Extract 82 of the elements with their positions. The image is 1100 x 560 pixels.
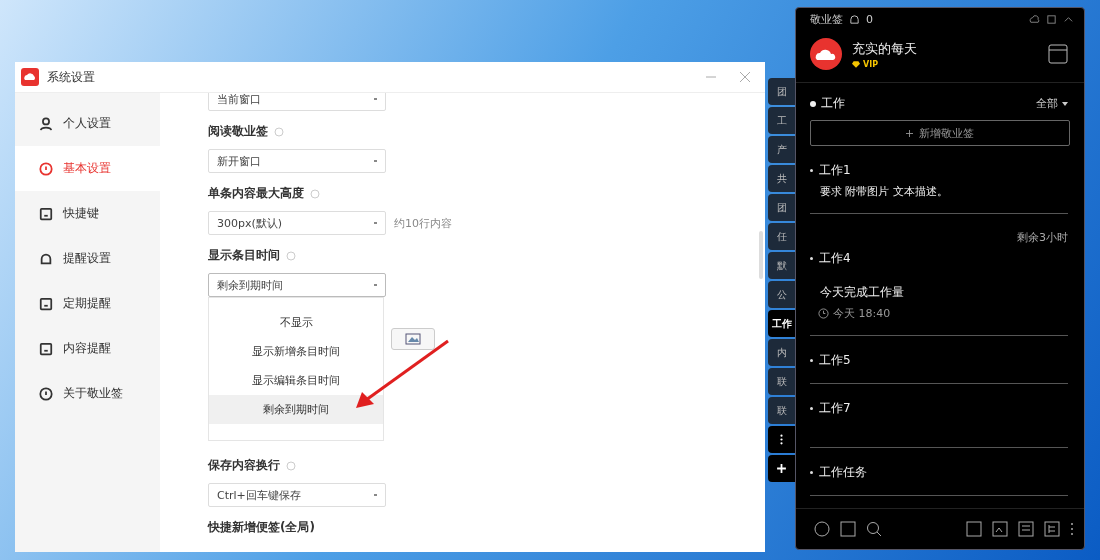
sidebar-item[interactable]: 快捷键 <box>15 191 160 236</box>
app-title: 敬业签 <box>810 11 843 27</box>
setting-label: 保存内容换行 <box>208 457 280 474</box>
bell-icon <box>39 251 53 266</box>
circle-icon <box>39 161 53 176</box>
dropdown-select[interactable]: 剩余到期时间 <box>208 273 386 297</box>
note-text: 要求 附带图片 文本描述。 <box>819 184 949 199</box>
caret-icon[interactable] <box>1062 101 1068 106</box>
square-icon <box>39 206 53 221</box>
vip-label: VIP <box>863 59 879 69</box>
note-title[interactable]: 工作5 <box>819 352 851 369</box>
avatar-icon[interactable] <box>810 38 842 70</box>
category-tab[interactable]: 团 <box>768 194 795 221</box>
category-tab[interactable]: 内 <box>768 339 795 366</box>
sidebar-item[interactable]: 基本设置 <box>15 146 160 191</box>
sidebar-item[interactable]: 提醒设置 <box>15 236 160 281</box>
new-note-field[interactable]: 新增敬业签 <box>810 120 1070 146</box>
dropdown-select[interactable]: 当前窗口 <box>208 93 386 111</box>
setting-label: 快捷新增便签(全局) <box>208 519 315 536</box>
cloud-icon[interactable] <box>1029 13 1040 25</box>
more-icon[interactable] <box>1070 522 1074 536</box>
search-icon[interactable] <box>866 521 882 537</box>
category-tab[interactable]: 联 <box>768 397 795 424</box>
setting-label: 阅读敬业签 <box>208 123 268 140</box>
window-title: 系统设置 <box>47 68 95 86</box>
dropdown-option[interactable]: 显示新增条目时间 <box>209 337 383 366</box>
bullet-icon <box>810 257 813 260</box>
list-icon[interactable] <box>1044 521 1060 537</box>
note-title[interactable]: 工作7 <box>819 400 851 417</box>
category-title: 工作 <box>821 95 845 112</box>
setting-label: 显示条目时间 <box>208 247 280 264</box>
diamond-icon <box>852 60 860 68</box>
category-tab[interactable]: 工 <box>768 107 795 134</box>
sidebar-item[interactable]: 定期提醒 <box>15 281 160 326</box>
category-tab[interactable]: 任 <box>768 223 795 250</box>
remaining-time: 剩余3小时 <box>1017 230 1068 245</box>
square-icon[interactable] <box>966 521 982 537</box>
bullet-icon <box>810 471 813 474</box>
close-icon[interactable] <box>739 71 751 83</box>
sidebar-item[interactable]: 关于敬业签 <box>15 371 160 416</box>
category-tab[interactable]: 共 <box>768 165 795 192</box>
calendar-icon[interactable] <box>1048 44 1068 64</box>
category-tab[interactable]: 工作 <box>768 310 795 337</box>
note-text: 今天完成工作量 <box>819 284 905 301</box>
category-tab[interactable]: 公 <box>768 281 795 308</box>
square-icon <box>39 341 53 356</box>
dropdown-select[interactable]: Ctrl+回车键保存 <box>208 483 386 507</box>
sidebar-item[interactable]: 内容提醒 <box>15 326 160 371</box>
filter-dropdown[interactable]: 全部 <box>1036 96 1058 111</box>
cloud-logo-icon <box>21 68 39 86</box>
scrollbar[interactable] <box>759 231 763 279</box>
bullet-icon <box>810 169 813 172</box>
note-title[interactable]: 工作任务 <box>819 464 867 481</box>
category-tab[interactable]: 团 <box>768 78 795 105</box>
bullet-icon <box>810 359 813 362</box>
reminder-time: 今天 18:40 <box>833 306 891 321</box>
bell-icon[interactable] <box>849 13 860 25</box>
bullet-icon <box>810 407 813 410</box>
add-icon[interactable] <box>768 455 795 482</box>
setting-label: 单条内容最大高度 <box>208 185 304 202</box>
image-button[interactable] <box>391 328 435 350</box>
hint-text: 约10行内容 <box>394 215 452 231</box>
square-icon <box>39 296 53 311</box>
plus-icon <box>906 129 913 137</box>
dropdown-option[interactable]: 剩余到期时间 <box>209 395 383 424</box>
category-tab[interactable]: 默 <box>768 252 795 279</box>
note-title[interactable]: 工作4 <box>819 250 851 267</box>
window-icon[interactable] <box>1018 521 1034 537</box>
more-icon[interactable] <box>768 426 795 453</box>
dropdown-option[interactable]: 不显示 <box>209 308 383 337</box>
note-title[interactable]: 工作1 <box>819 162 851 179</box>
sidebar-item[interactable]: 个人设置 <box>15 101 160 146</box>
dropdown-select[interactable]: 新开窗口 <box>208 149 386 173</box>
category-tab[interactable]: 产 <box>768 136 795 163</box>
user-name: 充实的每天 <box>852 39 917 58</box>
dropdown-select[interactable]: 300px(默认) <box>208 211 386 235</box>
dot-icon <box>810 100 816 107</box>
dropdown-option[interactable]: 显示编辑条目时间 <box>209 366 383 395</box>
person-icon <box>39 116 53 131</box>
circle-icon <box>39 386 53 401</box>
notification-count: 0 <box>866 12 873 26</box>
category-tab[interactable]: 联 <box>768 368 795 395</box>
